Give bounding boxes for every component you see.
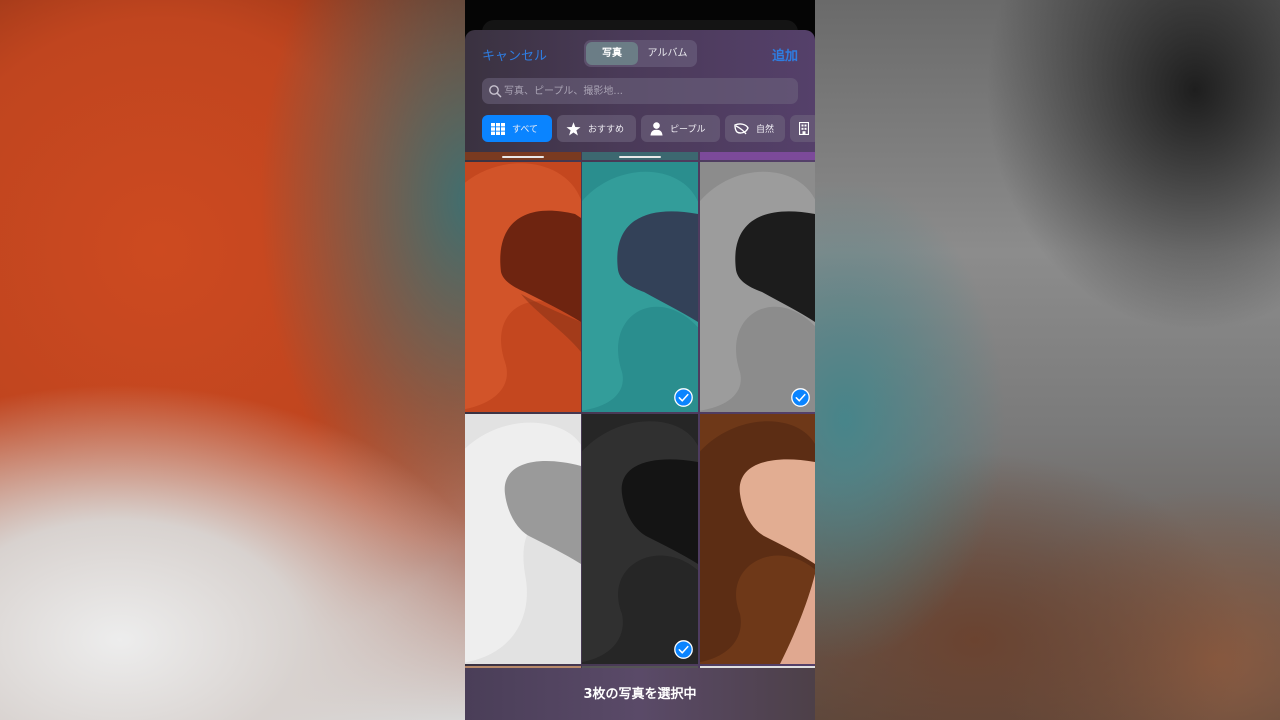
segment-albums[interactable]: アルバム: [640, 42, 695, 65]
search-bar[interactable]: [482, 78, 798, 104]
photo-grid: [465, 152, 815, 712]
selection-count-text: 3枚の写真を選択中: [583, 687, 697, 702]
photo-tile[interactable]: [582, 414, 698, 664]
photo-tile[interactable]: [582, 162, 698, 412]
photo-tile[interactable]: [465, 162, 581, 412]
selected-checkmark-icon: [674, 640, 693, 659]
person-icon: [650, 121, 663, 135]
blurred-background-left: [0, 0, 465, 720]
photo-strip-purple[interactable]: [700, 152, 815, 160]
add-button[interactable]: 追加: [772, 45, 798, 64]
chip-buildings[interactable]: [790, 115, 815, 142]
grid-icon: [491, 122, 505, 135]
cancel-button[interactable]: キャンセル: [482, 45, 547, 64]
photo-strip-teal[interactable]: [582, 152, 698, 160]
picker-nav-bar: キャンセル 写真 アルバム 追加: [465, 30, 815, 76]
search-input[interactable]: [504, 81, 790, 101]
leaf-icon: [734, 122, 749, 134]
chip-nature[interactable]: 自然: [725, 115, 785, 142]
blurred-background-right: [815, 0, 1280, 720]
building-icon: [799, 122, 809, 135]
photo-tile[interactable]: [700, 414, 815, 664]
chip-recommended[interactable]: おすすめ: [557, 115, 636, 142]
phone-screen: キャンセル 写真 アルバム 追加 すべて: [465, 0, 815, 720]
photo-picker-sheet: キャンセル 写真 アルバム 追加 すべて: [465, 30, 815, 720]
chip-all[interactable]: すべて: [482, 115, 552, 142]
chip-people[interactable]: ピープル: [641, 115, 720, 142]
chip-recommended-label: おすすめ: [588, 125, 625, 135]
selection-footer: 3枚の写真を選択中: [465, 668, 815, 720]
photo-strip-orange[interactable]: [465, 152, 581, 160]
filter-chip-row: すべて おすすめ ピープル 自然: [482, 115, 815, 142]
selected-checkmark-icon: [791, 388, 810, 407]
search-icon: [489, 85, 502, 98]
star-icon: [566, 121, 581, 135]
source-segmented-control: 写真 アルバム: [584, 40, 697, 67]
chip-people-label: ピープル: [670, 125, 706, 135]
chip-all-label: すべて: [512, 125, 539, 135]
segment-photos[interactable]: 写真: [586, 42, 638, 65]
chip-nature-label: 自然: [756, 125, 775, 135]
selected-checkmark-icon: [674, 388, 693, 407]
photo-tile[interactable]: [700, 162, 815, 412]
photo-tile[interactable]: [465, 414, 581, 664]
